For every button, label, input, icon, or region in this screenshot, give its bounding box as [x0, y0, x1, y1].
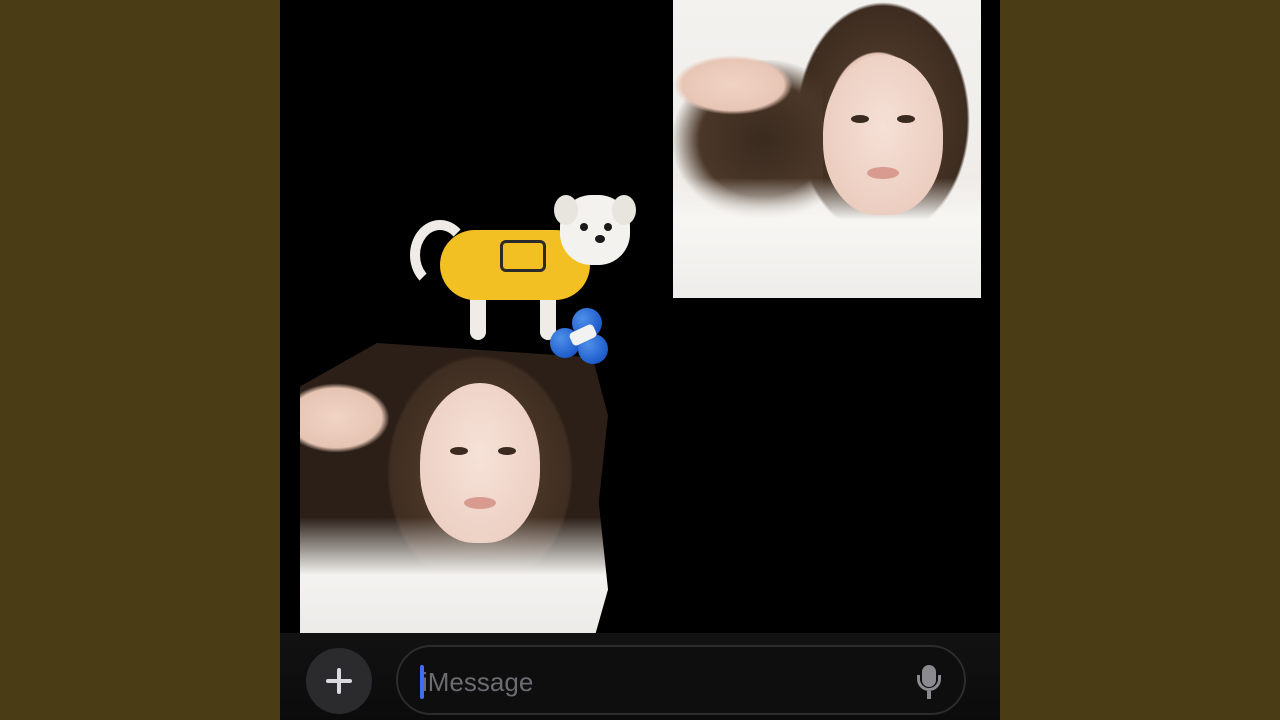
- message-input[interactable]: [420, 659, 904, 705]
- arm: [300, 383, 390, 453]
- photo-sticker-selfie-bottom[interactable]: [300, 343, 608, 633]
- photo-sticker-selfie-top[interactable]: [673, 0, 981, 298]
- page: [0, 0, 1280, 720]
- add-attachment-button[interactable]: [306, 648, 372, 714]
- message-composer-bar: [280, 633, 1000, 720]
- message-field[interactable]: [396, 645, 966, 715]
- dog-head: [554, 195, 636, 265]
- toy-ball: [550, 308, 610, 368]
- face: [420, 383, 540, 543]
- conversation-screen: [280, 0, 1000, 720]
- plus-icon: [326, 668, 352, 694]
- microphone-icon[interactable]: [914, 665, 944, 699]
- face: [823, 55, 943, 215]
- sweater-print: [500, 240, 546, 272]
- dog-sticker[interactable]: [410, 190, 640, 370]
- hand: [673, 55, 793, 115]
